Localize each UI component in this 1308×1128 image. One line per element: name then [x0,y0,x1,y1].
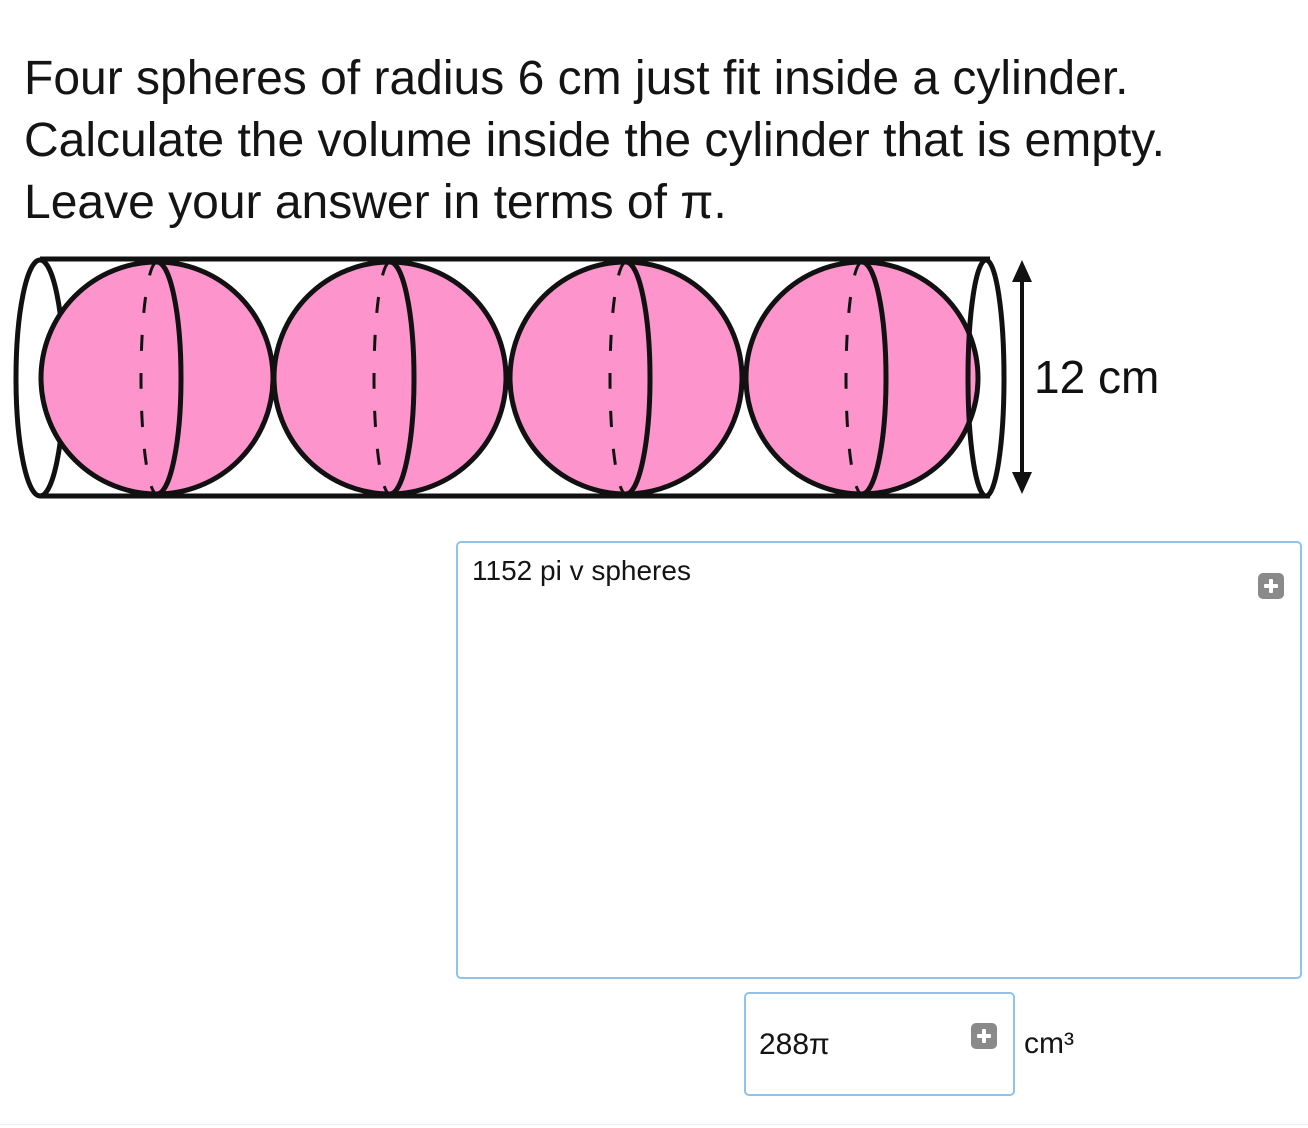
plus-square-icon[interactable] [1258,573,1284,599]
answer-unit: cm³ [1024,1027,1074,1060]
sphere [38,259,276,497]
working-text: 1152 pi v spheres [472,555,691,586]
answer-input[interactable]: 288π [744,992,1015,1096]
sphere [743,259,981,497]
height-arrow-icon [1012,260,1032,494]
height-label: 12 cm [1034,351,1159,403]
question-line-1: Four spheres of radius 6 cm just fit ins… [24,52,1129,105]
cylinder-spheres-diagram: 12 cm [0,240,1200,520]
divider [0,1124,1308,1125]
answer-value: 288π [759,1028,830,1061]
plus-square-icon[interactable] [971,1023,997,1049]
sphere [507,259,745,497]
question-line-3: Leave your answer in terms of π. [24,176,727,229]
question-text: Four spheres of radius 6 cm just fit ins… [24,48,1294,234]
working-textarea[interactable]: 1152 pi v spheres [456,541,1302,979]
sphere [271,259,509,497]
question-line-2: Calculate the volume inside the cylinder… [24,114,1166,167]
diagram-svg: 12 cm [13,256,1159,499]
